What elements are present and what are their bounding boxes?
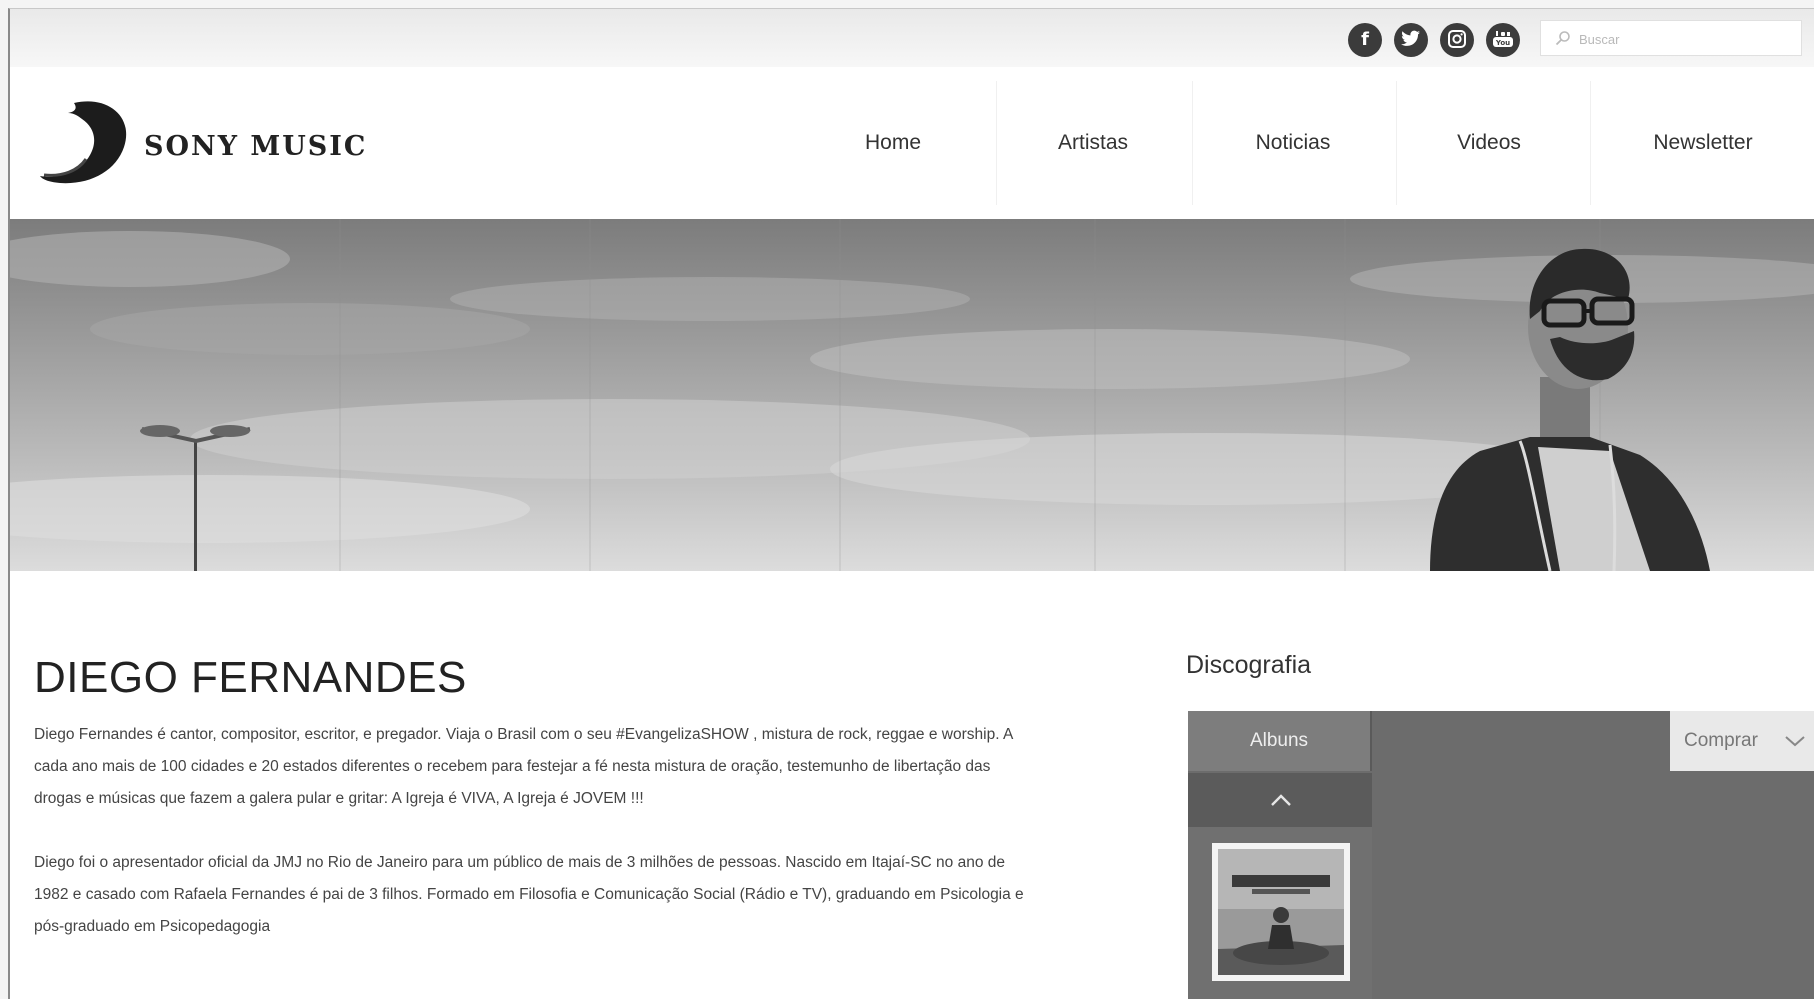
hero-photo (10, 219, 1814, 571)
youtube-logo-glyph: You (1493, 31, 1513, 47)
nav-item-videos[interactable]: Videos (1406, 67, 1572, 219)
sony-music-logo-icon[interactable] (38, 97, 134, 189)
search-icon[interactable] (1555, 30, 1571, 46)
logo-wordmark[interactable]: SONY MUSIC (144, 131, 367, 162)
site-header: SONY MUSIC Home Artistas Noticias Videos… (10, 67, 1814, 219)
twitter-bird-glyph (1401, 30, 1420, 46)
artist-bio: Diego Fernandes é cantor, compositor, es… (34, 719, 1034, 975)
nav-divider (996, 81, 997, 205)
nav-item-newsletter[interactable]: Newsletter (1610, 67, 1796, 219)
album-cover-art (1218, 849, 1344, 975)
search-box (1540, 20, 1802, 56)
twitter-icon[interactable] (1394, 23, 1428, 57)
chevron-down-icon (1785, 736, 1805, 747)
album-list (1188, 773, 1372, 999)
top-utility-bar: f You (10, 9, 1814, 68)
facebook-icon[interactable]: f (1348, 23, 1382, 57)
instagram-icon[interactable] (1440, 23, 1474, 57)
youtube-text: You (1495, 39, 1510, 47)
bio-paragraph: Diego foi o apresentador oficial da JMJ … (34, 854, 1024, 935)
search-input[interactable] (1577, 27, 1791, 51)
discography-panel: Albuns Comprar (1188, 711, 1814, 999)
instagram-camera-glyph (1448, 30, 1466, 48)
buy-dropdown-label: Comprar (1684, 730, 1758, 751)
chevron-up-icon (1271, 794, 1291, 806)
nav-item-home[interactable]: Home (810, 67, 976, 219)
youtube-icon[interactable]: You (1486, 23, 1520, 57)
nav-divider (1590, 81, 1591, 205)
discography-heading: Discografia (1186, 651, 1312, 679)
nav-item-noticias[interactable]: Noticias (1210, 67, 1376, 219)
nav-divider (1396, 81, 1397, 205)
nav-divider (1192, 81, 1193, 205)
album-cover[interactable] (1212, 843, 1350, 981)
hero-banner (10, 219, 1814, 571)
bio-paragraph: Diego Fernandes é cantor, compositor, es… (34, 726, 1013, 807)
artist-name-heading: DIEGO FERNANDES (34, 653, 467, 702)
nav-item-artistas[interactable]: Artistas (1010, 67, 1176, 219)
browser-page: f You Buscar SONY MUSIC Home Artistas No… (8, 8, 1814, 999)
tab-albuns[interactable]: Albuns (1188, 711, 1372, 771)
buy-dropdown[interactable]: Comprar (1670, 711, 1814, 771)
scroll-up-button[interactable] (1188, 773, 1372, 827)
